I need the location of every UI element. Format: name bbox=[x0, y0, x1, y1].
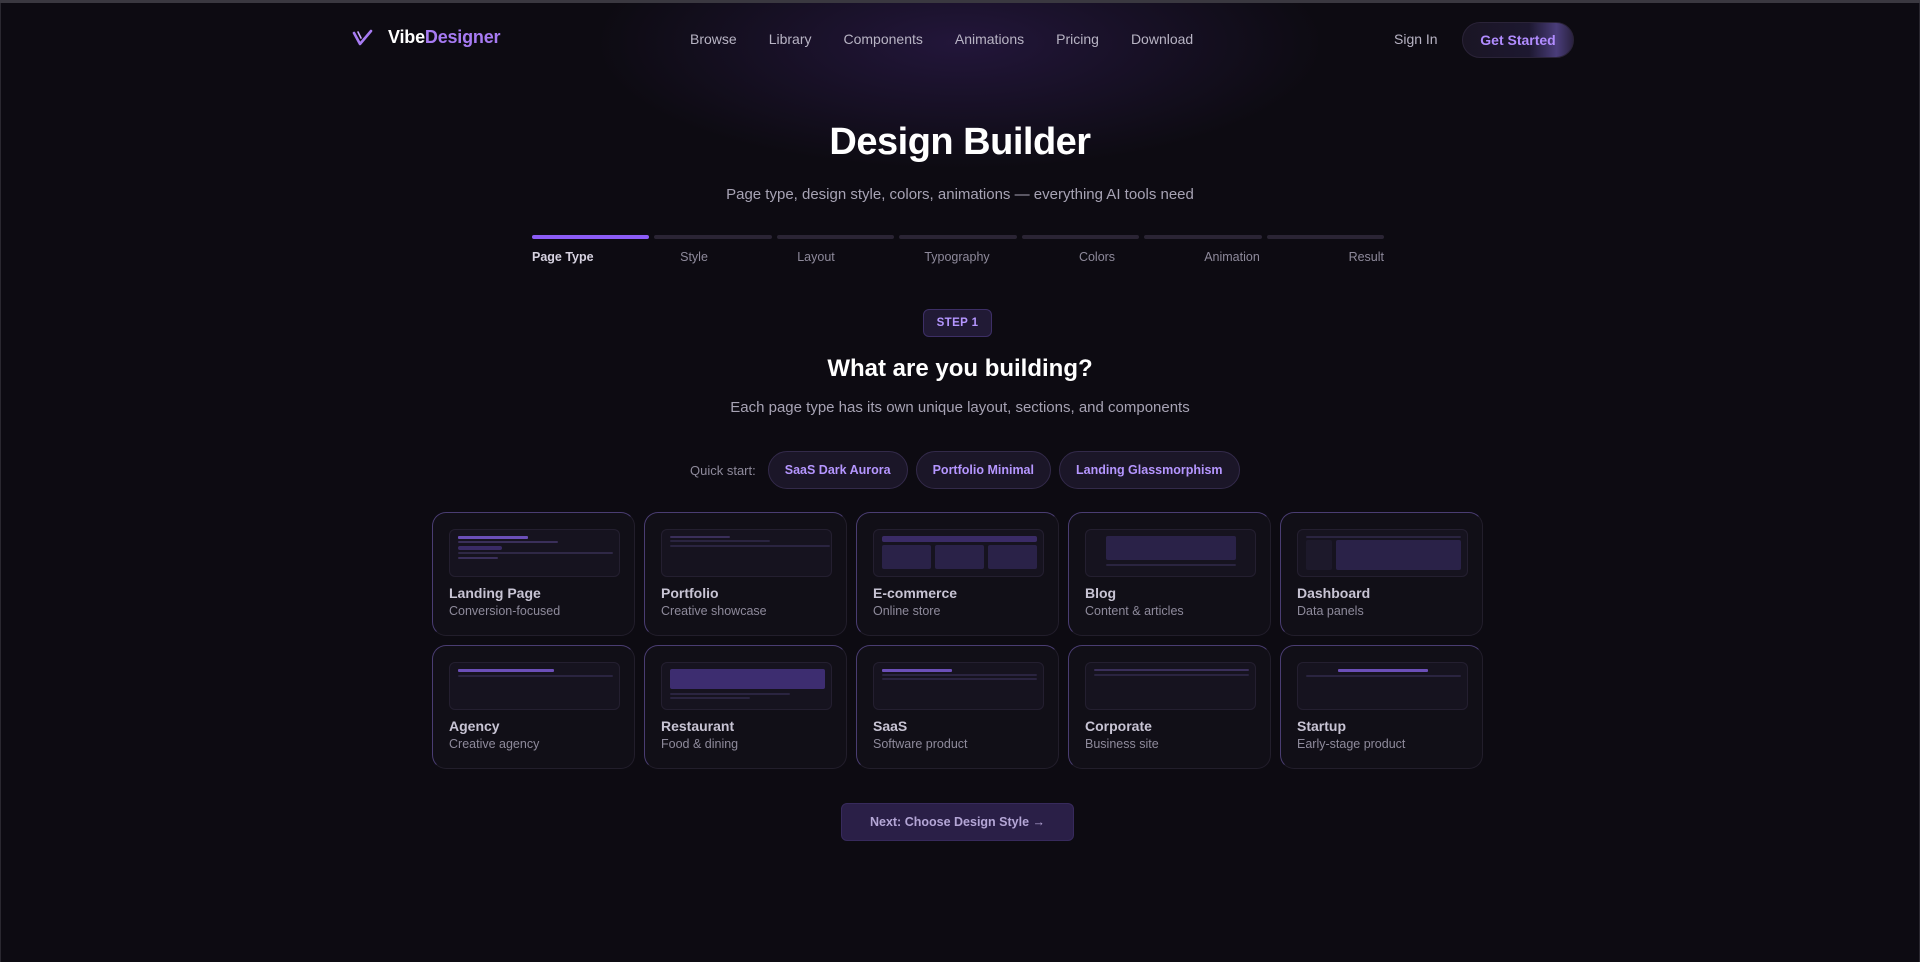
nav-link-animations[interactable]: Animations bbox=[955, 31, 1024, 47]
card-title: E-commerce bbox=[873, 585, 958, 601]
nav-link-browse[interactable]: Browse bbox=[690, 31, 737, 47]
step-badge: STEP 1 bbox=[923, 309, 992, 337]
step-label-result[interactable]: Result bbox=[1349, 250, 1384, 264]
step-label-page-type[interactable]: Page Type bbox=[532, 250, 594, 264]
get-started-button[interactable]: Get Started bbox=[1462, 22, 1574, 58]
nav-link-library[interactable]: Library bbox=[769, 31, 812, 47]
card-description: Software product bbox=[873, 737, 968, 751]
nav-link-components[interactable]: Components bbox=[843, 31, 922, 47]
card-preview-thumbnail bbox=[873, 662, 1044, 710]
step-label-typography[interactable]: Typography bbox=[924, 250, 989, 264]
card-preview-thumbnail bbox=[449, 529, 620, 577]
card-preview-thumbnail bbox=[1085, 662, 1256, 710]
card-title: Landing Page bbox=[449, 585, 541, 601]
step-label-style[interactable]: Style bbox=[680, 250, 708, 264]
card-description: Content & articles bbox=[1085, 604, 1184, 618]
page-type-card-corporate[interactable]: Corporate Business site bbox=[1068, 645, 1271, 769]
card-title: Dashboard bbox=[1297, 585, 1371, 601]
page-type-card-blog[interactable]: Blog Content & articles bbox=[1068, 512, 1271, 636]
page-type-card-dashboard[interactable]: Dashboard Data panels bbox=[1280, 512, 1483, 636]
step-bar-animation[interactable] bbox=[1144, 235, 1262, 239]
sign-in-link[interactable]: Sign In bbox=[1394, 31, 1438, 47]
step-bar-typography[interactable] bbox=[899, 235, 1017, 239]
step-progress: Page Type Style Layout Typography Colors… bbox=[532, 235, 1384, 270]
quick-start-chip-portfolio-minimal[interactable]: Portfolio Minimal bbox=[915, 451, 1051, 489]
quick-start-label: Quick start: bbox=[690, 462, 756, 478]
page-subtitle: Page type, design style, colors, animati… bbox=[726, 186, 1194, 203]
card-title: Corporate bbox=[1085, 718, 1152, 734]
page-type-card-startup[interactable]: Startup Early-stage product bbox=[1280, 645, 1483, 769]
quick-start: Quick start: SaaS Dark Aurora Portfolio … bbox=[690, 451, 1240, 489]
card-title: Startup bbox=[1297, 718, 1346, 734]
step-bar-colors[interactable] bbox=[1021, 235, 1140, 239]
card-title: Portfolio bbox=[661, 585, 719, 601]
brand-name: VibeDesigner bbox=[388, 27, 501, 48]
page-type-card-agency[interactable]: Agency Creative agency bbox=[432, 645, 635, 769]
step-bar-page-type[interactable] bbox=[532, 235, 650, 239]
card-description: Food & dining bbox=[661, 737, 739, 751]
page-type-grid: Landing Page Conversion-focused Portfoli… bbox=[432, 512, 1483, 769]
card-preview-thumbnail bbox=[1297, 529, 1468, 577]
quick-start-chip-landing-glassmorphism[interactable]: Landing Glassmorphism bbox=[1058, 451, 1240, 489]
card-description: Early-stage product bbox=[1297, 737, 1406, 751]
main-nav: Browse Library Components Animations Pri… bbox=[690, 31, 1193, 47]
step-labels: Page Type Style Layout Typography Colors… bbox=[532, 250, 1384, 270]
nav-link-pricing[interactable]: Pricing bbox=[1056, 31, 1099, 47]
card-title: Blog bbox=[1085, 585, 1117, 601]
card-title: Restaurant bbox=[661, 718, 735, 734]
brand-logo[interactable]: VibeDesigner bbox=[352, 27, 501, 48]
card-title: SaaS bbox=[873, 718, 908, 734]
step-bar-layout[interactable] bbox=[776, 235, 895, 239]
top-navbar: VibeDesigner Browse Library Components A… bbox=[0, 3, 1920, 77]
nav-link-download[interactable]: Download bbox=[1131, 31, 1193, 47]
card-preview-thumbnail bbox=[1085, 529, 1256, 577]
card-preview-thumbnail bbox=[661, 662, 832, 710]
step-label-layout[interactable]: Layout bbox=[797, 250, 835, 264]
page-type-card-landing[interactable]: Landing Page Conversion-focused bbox=[432, 512, 635, 636]
page-type-card-portfolio[interactable]: Portfolio Creative showcase bbox=[644, 512, 847, 636]
step-bar-result[interactable] bbox=[1266, 235, 1384, 239]
page-type-card-ecommerce[interactable]: E-commerce Online store bbox=[856, 512, 1059, 636]
card-description: Creative showcase bbox=[661, 604, 767, 618]
next-step-button[interactable]: Next: Choose Design Style → bbox=[841, 803, 1074, 841]
page-type-card-saas[interactable]: SaaS Software product bbox=[856, 645, 1059, 769]
logo-v-icon bbox=[352, 29, 373, 45]
card-preview-thumbnail bbox=[661, 529, 832, 577]
page-title: Design Builder bbox=[829, 121, 1091, 163]
step-bar-style[interactable] bbox=[654, 235, 772, 239]
step-label-colors[interactable]: Colors bbox=[1079, 250, 1115, 264]
card-preview-thumbnail bbox=[1297, 662, 1468, 710]
brand-name-part-2: Designer bbox=[424, 27, 501, 47]
page-type-card-restaurant[interactable]: Restaurant Food & dining bbox=[644, 645, 847, 769]
brand-name-part-1: Vibe bbox=[388, 27, 425, 47]
step-label-animation[interactable]: Animation bbox=[1204, 250, 1260, 264]
card-description: Business site bbox=[1085, 737, 1159, 751]
card-preview-thumbnail bbox=[873, 529, 1044, 577]
card-description: Creative agency bbox=[449, 737, 540, 751]
step-progress-bars bbox=[532, 235, 1384, 239]
card-description: Data panels bbox=[1297, 604, 1364, 618]
question-title: What are you building? bbox=[827, 355, 1093, 382]
card-title: Agency bbox=[449, 718, 500, 734]
card-description: Online store bbox=[873, 604, 941, 618]
quick-start-chip-saas-dark-aurora[interactable]: SaaS Dark Aurora bbox=[767, 451, 908, 489]
card-preview-thumbnail bbox=[449, 662, 620, 710]
question-subtitle: Each page type has its own unique layout… bbox=[730, 399, 1190, 416]
card-description: Conversion-focused bbox=[449, 604, 561, 618]
